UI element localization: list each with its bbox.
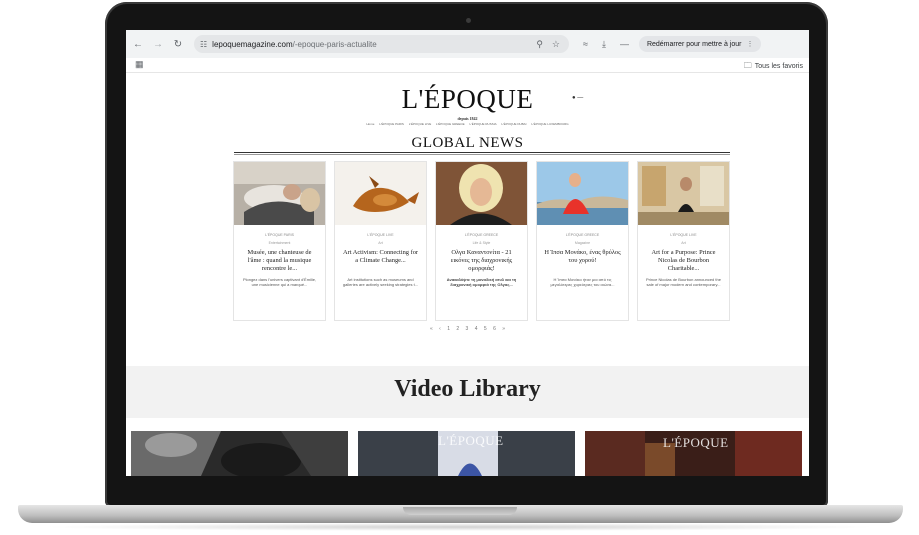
video-watermark: L'ÉPOQUE — [663, 435, 729, 450]
download-icon[interactable]: ⤓ — [602, 39, 606, 50]
card-subcategory: Art — [378, 241, 383, 245]
pagination-page[interactable]: 4 — [475, 326, 478, 332]
all-bookmarks-label: Tous les favoris — [754, 63, 803, 70]
video-library-title: Video Library — [394, 376, 541, 402]
pagination-page[interactable]: 6 — [493, 326, 496, 332]
video-thumbnail[interactable]: L'ÉPOQUE — [585, 431, 802, 476]
card-image[interactable] — [436, 162, 527, 225]
news-card[interactable]: L'ÉPOQUE PARIS Entertainment Musée, une … — [234, 162, 325, 320]
card-subcategory: Life & Style — [472, 241, 491, 245]
laptop-screen: ← → ↻ ☷ lepoquemagazine.com /-epoque-par… — [126, 30, 809, 476]
relaunch-button[interactable]: Redémarrer pour mettre à jour ⋮ — [638, 36, 762, 52]
address-bar[interactable]: ☷ lepoquemagazine.com /-epoque-paris-act… — [194, 35, 569, 53]
news-card[interactable]: L'ÉPOQUE LIVE Art Art for a Purpose: Pri… — [638, 162, 729, 320]
video-watermark: L'ÉPOQUE — [438, 433, 504, 448]
card-image[interactable] — [234, 162, 325, 225]
camera-dot — [466, 18, 471, 23]
laptop-shadow — [40, 523, 880, 531]
card-subcategory: Art — [681, 241, 686, 245]
card-image[interactable] — [335, 162, 426, 225]
card-excerpt: Prince Nicolas de Bourbon announced the … — [646, 277, 721, 288]
pagination-next[interactable]: » — [502, 326, 505, 332]
site-logo[interactable]: L'ÉPOQUE — [126, 84, 809, 115]
card-category[interactable]: L'ÉPOQUE LIVE — [638, 233, 729, 237]
bookmarks-bar: ▦ 🗀 Tous les favoris — [126, 58, 809, 73]
section-divider-thin — [234, 154, 730, 155]
card-title[interactable]: Art Activism: Connecting for a Climate C… — [341, 249, 420, 273]
card-title[interactable]: Η Ίπσα Μονάκο, ένας θρύλος του χορού! — [543, 249, 622, 273]
nav-item[interactable]: L'ÉPOQUE LIVE — [409, 122, 431, 126]
card-subcategory: Magazine — [574, 241, 591, 245]
user-icon[interactable]: ● — [572, 95, 576, 101]
news-card[interactable]: L'ÉPOQUE LIVE Art Art Activism: Connecti… — [335, 162, 426, 320]
more-icon[interactable]: ⋮ — [746, 40, 753, 48]
card-excerpt: Plongez dans l'univers captivant d'Émili… — [242, 277, 317, 288]
pagination-prev[interactable]: ‹ — [439, 326, 441, 332]
arrow-right-icon[interactable]: → — [150, 39, 166, 50]
pagination-first[interactable]: « — [430, 326, 433, 332]
site-nav: Home L'ÉPOQUE PARIS L'ÉPOQUE LIVE L'ÉPOQ… — [126, 122, 809, 126]
url-path: /-epoque-paris-actualite — [292, 39, 377, 49]
arrow-left-icon[interactable]: ← — [130, 39, 146, 50]
nav-item[interactable]: L'ÉPOQUE RUSSIA — [469, 122, 496, 126]
folder-icon: 🗀 — [743, 61, 752, 70]
nav-item[interactable]: Home — [366, 122, 374, 126]
card-excerpt: Η Ίπσα Μονάκο ήταν μια από τις μεγαλύτερ… — [550, 277, 615, 288]
video-thumbnail[interactable]: L'ÉPOQUE — [358, 431, 575, 476]
extension-icon[interactable]: ≈ — [583, 39, 588, 49]
card-category[interactable]: L'ÉPOQUE LIVE — [335, 233, 426, 237]
relaunch-label: Redémarrer pour mettre à jour — [646, 40, 742, 48]
card-image[interactable] — [638, 162, 729, 225]
pagination-page[interactable]: 3 — [466, 326, 469, 332]
star-icon[interactable]: ☆ — [552, 39, 560, 50]
menu-icon[interactable]: — — [577, 95, 583, 101]
card-excerpt: Ανακαλύψτε τη μοναδική ατυλ και τη διαχρ… — [446, 277, 517, 288]
pagination-page[interactable]: 1 — [447, 326, 450, 332]
web-page: L'ÉPOQUE ● — depuis 1842 Home L'ÉPOQUE P… — [126, 73, 809, 476]
card-title[interactable]: Art for a Purpose: Prince Nicolas de Bou… — [644, 249, 723, 273]
zoom-icon[interactable]: ⚲ — [536, 39, 543, 50]
reload-icon[interactable]: ↻ — [170, 39, 186, 50]
apps-grid-icon[interactable]: ▦ — [135, 59, 144, 70]
card-title[interactable]: Musée, une chanteuse de l'âme : quand la… — [240, 249, 319, 273]
laptop-base-notch — [403, 507, 517, 515]
pagination-page[interactable]: 2 — [456, 326, 459, 332]
nav-item[interactable]: L'ÉPOQUE GREECE — [436, 122, 465, 126]
card-category[interactable]: L'ÉPOQUE PARIS — [234, 233, 325, 237]
site-tagline: depuis 1842 — [457, 116, 478, 121]
news-cards: L'ÉPOQUE PARIS Entertainment Musée, une … — [234, 162, 730, 320]
card-category[interactable]: L'ÉPOQUE GREECE — [537, 233, 628, 237]
all-bookmarks-button[interactable]: 🗀 Tous les favoris — [744, 60, 803, 74]
section-divider — [234, 152, 730, 153]
header-icons: ● — — [572, 95, 583, 101]
nav-item[interactable]: L'ÉPOQUE PARIS — [379, 122, 404, 126]
video-list: L'ÉPOQUE L'ÉPOQUE — [131, 431, 804, 476]
card-subcategory: Entertainment — [268, 241, 291, 245]
card-image[interactable] — [537, 162, 628, 225]
minus-icon[interactable]: — — [620, 39, 629, 49]
global-news-title: GLOBAL NEWS — [411, 135, 524, 151]
video-thumbnail[interactable] — [131, 431, 348, 476]
nav-item[interactable]: L'ÉPOQUE DUBAI — [501, 122, 526, 126]
url-host: lepoquemagazine.com — [212, 39, 293, 49]
tune-icon[interactable]: ☷ — [200, 40, 207, 49]
nav-item[interactable]: L'ÉPOQUE LUXEMBOURG — [531, 122, 568, 126]
pagination: « ‹ 1 2 3 4 5 6 » — [126, 326, 809, 332]
news-card[interactable]: L'ÉPOQUE GREECE Life & Style Ολγα Καναντ… — [436, 162, 527, 320]
pagination-page[interactable]: 5 — [484, 326, 487, 332]
browser-toolbar: ← → ↻ ☷ lepoquemagazine.com /-epoque-par… — [126, 30, 809, 58]
card-category[interactable]: L'ÉPOQUE GREECE — [436, 233, 527, 237]
news-card[interactable]: L'ÉPOQUE GREECE Magazine Η Ίπσα Μονάκο, … — [537, 162, 628, 320]
card-title[interactable]: Ολγα Καναντονίτα - 21 εικόνες της διαχρο… — [442, 249, 521, 273]
card-excerpt: Art institutions such as museums and gal… — [342, 277, 419, 288]
